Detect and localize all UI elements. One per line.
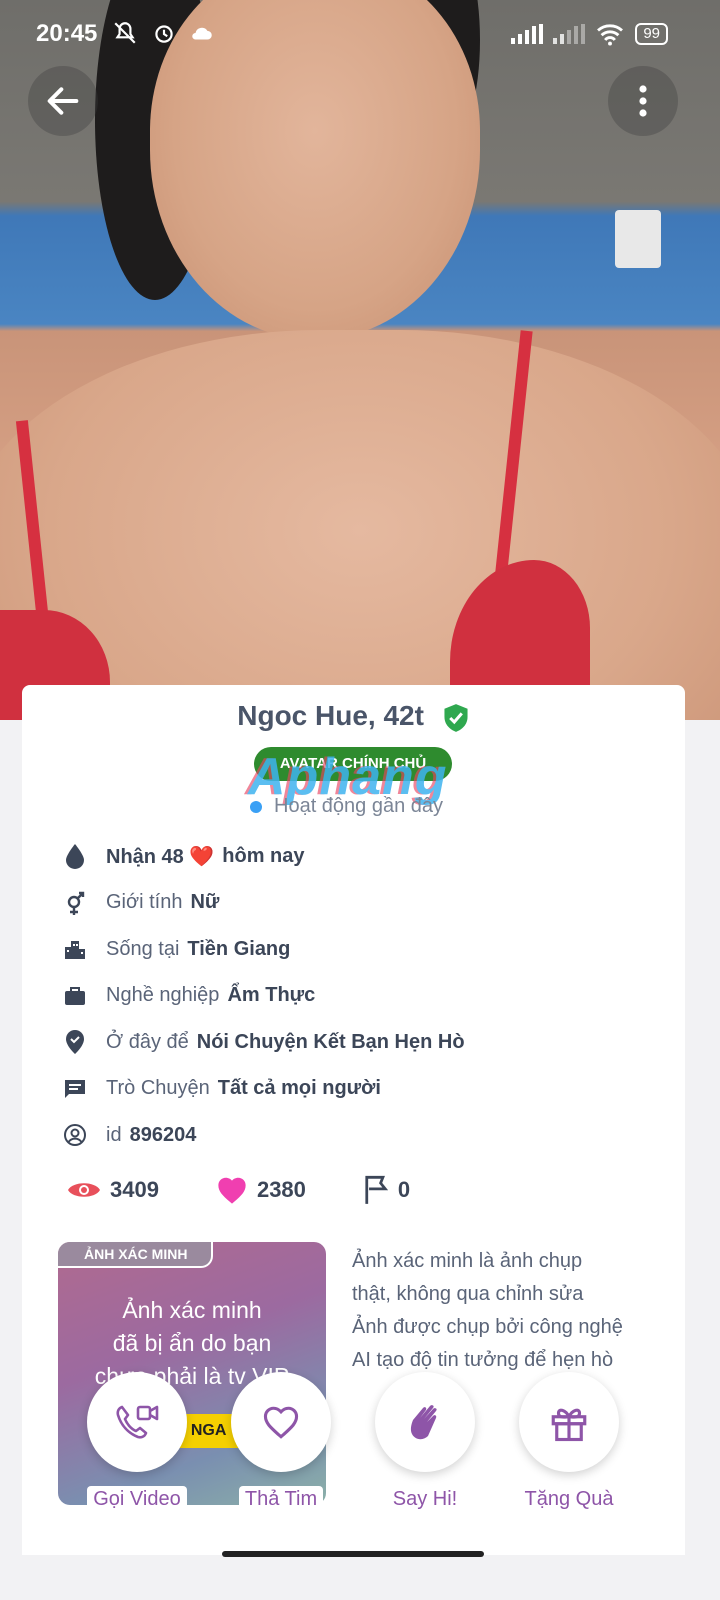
gift-icon xyxy=(551,1408,587,1442)
online-dot-icon xyxy=(250,800,262,813)
status-time: 20:45 xyxy=(36,20,98,47)
likes-stat: 2380 xyxy=(215,1175,306,1205)
flag-icon xyxy=(365,1175,389,1204)
signal-icon xyxy=(553,24,586,44)
video-call-label: Gọi Video xyxy=(87,1486,187,1513)
briefcase-icon xyxy=(60,984,90,1008)
verification-tag: ẢNH XÁC MINH xyxy=(58,1242,214,1268)
send-gift-button[interactable]: Tặng Quà xyxy=(494,1372,644,1513)
info-row-job: Nghề nghiệp Ẩm Thực xyxy=(60,973,465,1020)
profile-info-list: Nhận 48 ❤️ hôm nay Giới tính Nữ Sống tại Ti… xyxy=(60,833,465,1159)
send-gift-label: Tặng Quà xyxy=(518,1486,620,1513)
report-stat[interactable]: 0 xyxy=(362,1175,410,1205)
info-row-purpose: Ở đây để Nói Chuyện Kết Bạn Hẹn Hò xyxy=(60,1019,465,1066)
verified-shield-icon xyxy=(444,703,468,732)
mute-icon xyxy=(114,22,136,44)
info-row-id: id 896204 xyxy=(60,1112,465,1159)
profile-name: Ngoc Hue, 42t xyxy=(237,700,424,731)
wifi-icon xyxy=(597,24,624,46)
more-vertical-icon xyxy=(639,85,647,117)
alarm-icon xyxy=(155,25,173,43)
activity-status: Hoạt động gần đây xyxy=(250,795,443,818)
send-heart-label: Thả Tim xyxy=(238,1486,324,1513)
user-circle-icon xyxy=(60,1123,90,1147)
wave-hand-icon xyxy=(410,1405,437,1440)
action-bar: Gọi Video Thả Tim Say Hi! Tặng Quà xyxy=(0,1372,720,1522)
send-heart-button[interactable]: Thả Tim xyxy=(206,1372,356,1513)
profile-stats: 3409 2380 0 xyxy=(66,1175,466,1205)
gender-icon xyxy=(60,889,90,917)
battery-icon: 99 xyxy=(635,23,668,45)
heart-outline-icon xyxy=(263,1406,299,1439)
drop-icon xyxy=(60,842,90,870)
info-row-gender: Giới tính Nữ xyxy=(60,880,465,927)
signal-icon xyxy=(511,24,544,44)
home-indicator[interactable] xyxy=(222,1551,484,1557)
arrow-left-icon xyxy=(47,87,79,115)
say-hi-label: Say Hi! xyxy=(386,1486,464,1513)
cloud-icon xyxy=(192,27,213,40)
views-stat: 3409 xyxy=(66,1177,159,1203)
heart-icon xyxy=(218,1177,246,1204)
info-row-likes-today: Nhận 48 ❤️ hôm nay xyxy=(60,833,465,880)
city-icon xyxy=(60,937,90,961)
say-hi-button[interactable]: Say Hi! xyxy=(350,1372,500,1513)
eye-icon xyxy=(68,1183,100,1197)
back-button[interactable] xyxy=(28,66,98,136)
video-call-button[interactable]: Gọi Video xyxy=(62,1372,212,1513)
chat-icon xyxy=(60,1077,90,1101)
video-call-icon xyxy=(116,1405,159,1439)
verification-description: Ảnh xác minh là ảnh chụp thật, không qua… xyxy=(352,1250,623,1371)
info-row-city: Sống tại Tiền Giang xyxy=(60,926,465,973)
status-bar: 20:45 99 xyxy=(0,0,720,70)
more-options-button[interactable] xyxy=(608,66,678,136)
info-row-chat: Trò Chuyện Tất cả mọi người xyxy=(60,1066,465,1113)
location-check-icon xyxy=(60,1029,90,1055)
